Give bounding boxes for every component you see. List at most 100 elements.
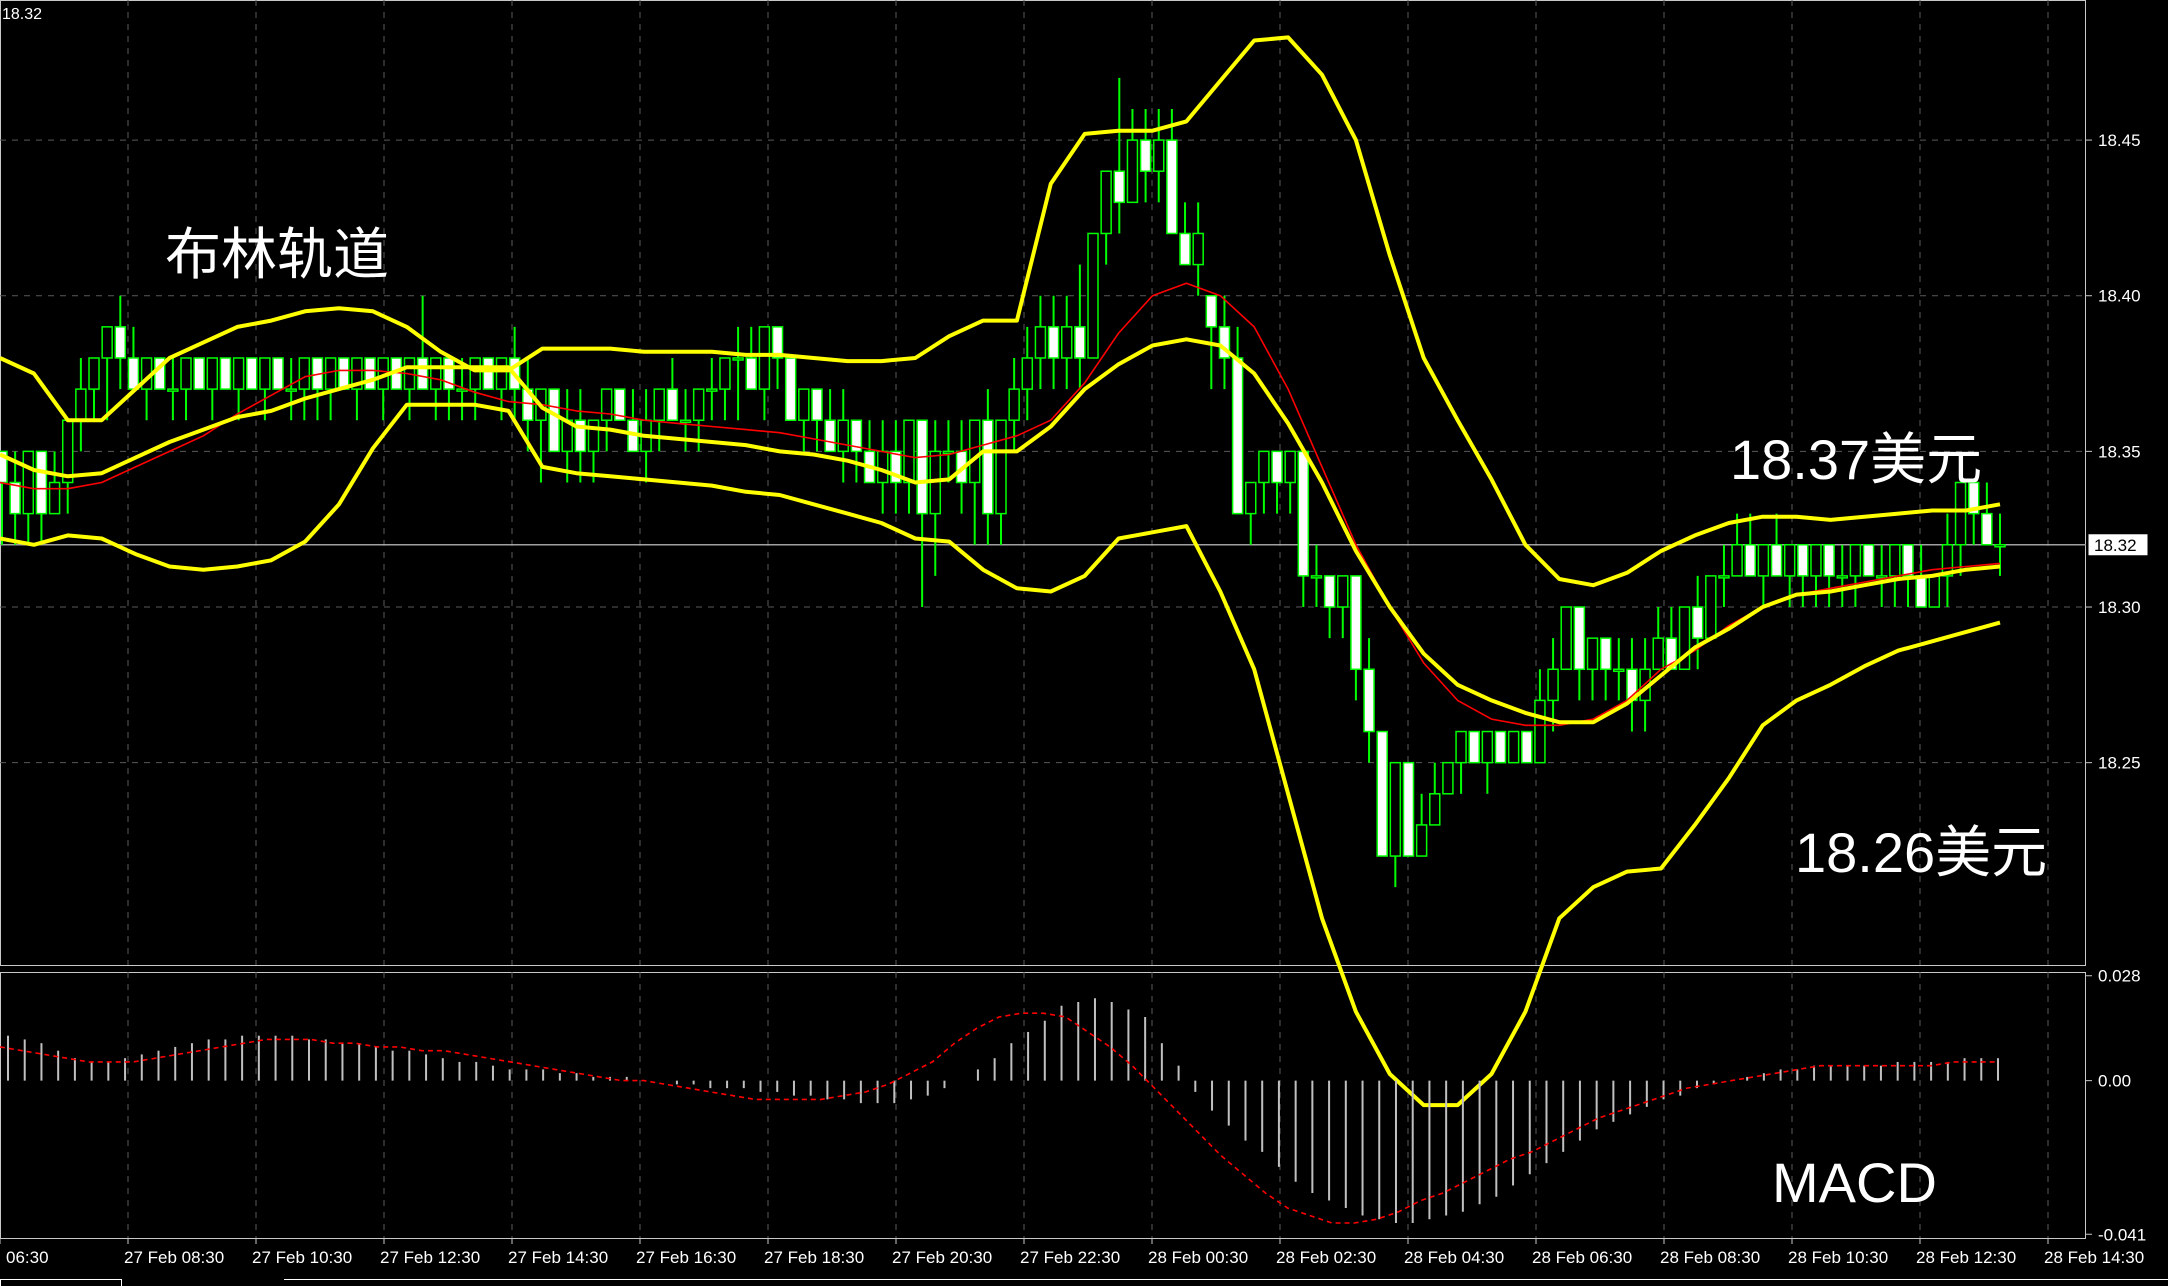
candle-body	[1323, 575, 1336, 608]
bottom-scroll-strip[interactable]	[284, 1279, 2168, 1286]
candle-body	[548, 388, 560, 453]
candle-body	[1310, 575, 1323, 579]
indicator-title: 布林轨道	[165, 223, 389, 286]
candle-body	[1494, 730, 1507, 764]
candle-body	[324, 357, 337, 390]
price-chart: 06:30 27 Feb 08:30 27 Feb 10:30 27 Feb 12:3…	[0, 0, 2168, 1286]
candle-body	[1415, 824, 1428, 857]
candle-body	[1205, 294, 1218, 328]
candle-body	[75, 388, 87, 421]
candle-body	[1047, 326, 1060, 359]
candle-body	[1468, 730, 1480, 764]
candle-body	[246, 357, 258, 390]
candle-body	[1337, 575, 1349, 608]
candle-body	[1902, 544, 1914, 577]
macd-tick-label: 0.00	[2098, 1072, 2131, 1091]
x-tick-label: 27 Feb 18:30	[764, 1248, 864, 1267]
candle-body	[416, 357, 429, 390]
candle-body	[88, 357, 100, 390]
candle-body	[679, 419, 692, 423]
x-tick-label: 27 Feb 20:30	[892, 1248, 992, 1267]
x-tick-label: 28 Feb 00:30	[1148, 1248, 1248, 1267]
candle-body	[167, 388, 179, 392]
candle-body	[811, 388, 823, 421]
candle-body	[1126, 139, 1139, 204]
y-tick-label: 18.35	[2098, 442, 2141, 461]
candle-body	[968, 419, 981, 484]
candle-body	[758, 326, 771, 390]
candle-body	[1836, 575, 1849, 579]
candle-body	[1889, 544, 1901, 577]
y-tick-label: 18.25	[2098, 754, 2141, 773]
x-tick-label: 28 Feb 14:30	[2044, 1248, 2144, 1267]
candle-body	[1192, 232, 1204, 266]
candle-body	[1810, 544, 1822, 577]
candle-body	[285, 388, 297, 392]
candle-body	[1152, 139, 1165, 172]
candle-body	[837, 419, 850, 453]
candle-body	[706, 388, 718, 392]
candle-body	[1534, 699, 1546, 764]
candle-body	[1350, 575, 1362, 671]
candle-body	[1547, 668, 1559, 702]
candle-body	[1087, 232, 1099, 359]
y-tick-label: 18.40	[2098, 287, 2141, 306]
candle-body	[1507, 730, 1520, 764]
candle-body	[127, 357, 140, 390]
candle-body	[1915, 575, 1927, 608]
candle-body	[61, 419, 74, 484]
x-tick-label: 27 Feb 22:30	[1020, 1248, 1120, 1267]
candle-body	[1284, 450, 1296, 484]
candle-body	[916, 419, 928, 515]
candle-body	[232, 357, 245, 390]
candle-body	[1770, 544, 1783, 577]
macd-label: MACD	[1772, 1151, 1937, 1214]
candle-body	[35, 450, 48, 515]
candle-body	[1573, 606, 1586, 671]
candle-body	[995, 419, 1007, 515]
candle-body	[180, 357, 192, 390]
candle-body	[653, 388, 665, 421]
candle-body	[22, 450, 35, 515]
candle-body	[1139, 139, 1152, 172]
x-tick-label: 06:30	[6, 1248, 49, 1267]
candle-body	[745, 357, 757, 390]
candle-body	[1560, 606, 1572, 671]
candle-body	[469, 357, 481, 390]
candle-body	[1744, 544, 1756, 577]
candle-body	[1060, 326, 1073, 359]
chart-background	[0, 0, 2168, 1286]
candle-body	[1783, 544, 1796, 577]
candle-body	[1258, 450, 1270, 484]
candle-body	[1429, 793, 1441, 826]
candle-body	[1034, 326, 1047, 359]
candle-body	[784, 357, 797, 421]
candle-body	[1823, 544, 1835, 577]
candle-body	[1731, 544, 1743, 577]
candle-body	[1231, 357, 1244, 515]
y-tick-label: 18.30	[2098, 598, 2141, 617]
candle-body	[1402, 761, 1415, 857]
candle-body	[1100, 170, 1112, 235]
candle-body	[430, 357, 442, 390]
macd-tick-label: -0.041	[2098, 1225, 2146, 1244]
candle-body	[1455, 730, 1467, 764]
lower-band-label: 18.26美元	[1795, 821, 2048, 884]
x-tick-label: 28 Feb 10:30	[1788, 1248, 1888, 1267]
candle-body	[298, 357, 311, 390]
candle-body	[1849, 544, 1862, 577]
candle-body	[1166, 139, 1178, 235]
candle-body	[1179, 232, 1191, 266]
candle-body	[1074, 326, 1086, 359]
candle-body	[732, 357, 744, 361]
candle-body	[876, 450, 889, 484]
candle-body	[495, 357, 508, 390]
candle-body	[1599, 637, 1612, 671]
candle-body	[272, 357, 284, 390]
bottom-tab[interactable]	[0, 1279, 122, 1286]
candle-body	[219, 357, 232, 390]
candle-body	[1981, 512, 1993, 546]
candle-body	[1862, 544, 1875, 577]
x-tick-label: 27 Feb 14:30	[508, 1248, 608, 1267]
x-tick-label: 28 Feb 12:30	[1916, 1248, 2016, 1267]
